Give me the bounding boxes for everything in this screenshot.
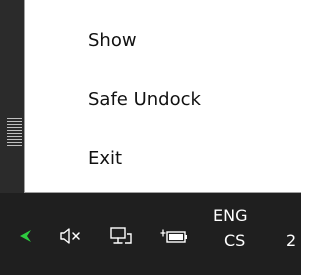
background-window-edge xyxy=(0,0,24,193)
menu-item-exit[interactable]: Exit xyxy=(88,148,122,170)
menu-item-safe-undock[interactable]: Safe Undock xyxy=(88,89,201,111)
clock[interactable]: 2 xyxy=(286,232,296,250)
tray-context-menu: Show Safe Undock Exit xyxy=(24,0,301,193)
battery-icon[interactable] xyxy=(160,225,190,247)
taskbar: ENG CS 2 xyxy=(0,193,301,275)
menu-item-show[interactable]: Show xyxy=(88,30,137,52)
network-icon[interactable] xyxy=(108,225,134,247)
chevron-up-icon[interactable] xyxy=(14,225,36,247)
volume-muted-icon[interactable] xyxy=(58,225,84,247)
keyboard-layout[interactable]: CS xyxy=(224,232,245,250)
resize-grip xyxy=(7,118,22,148)
input-language[interactable]: ENG xyxy=(213,207,247,225)
